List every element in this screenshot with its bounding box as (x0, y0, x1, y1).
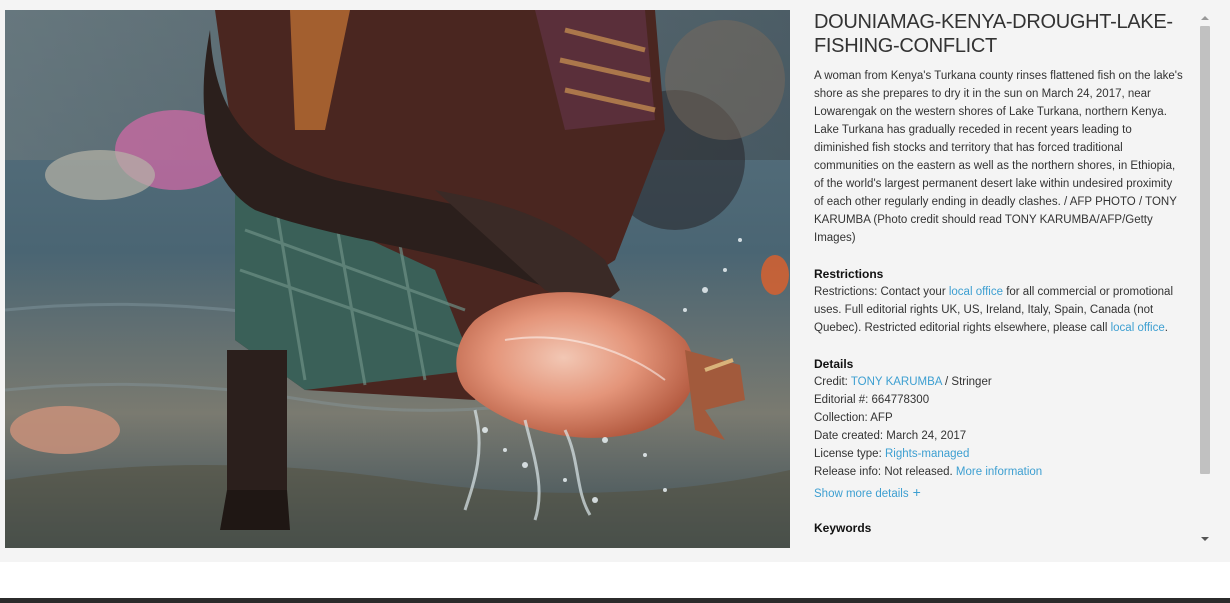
image-caption: A woman from Kenya's Turkana county rins… (814, 70, 1183, 244)
restrictions-text-after: . (1164, 322, 1168, 334)
collection-row: Collection: AFP (814, 412, 893, 424)
license-label: License type: (814, 448, 885, 460)
footer-bar (0, 598, 1230, 603)
license-row: License type: Rights-managed (814, 445, 1184, 463)
scroll-up-arrow-icon[interactable] (1201, 16, 1209, 20)
restrictions-text: Restrictions: Contact your local office … (814, 283, 1184, 337)
editorial-number: Editorial #: 664778300 (814, 394, 930, 406)
show-more-details-button[interactable]: Show more details + (814, 483, 1184, 503)
scroll-down-arrow-icon[interactable] (1201, 537, 1209, 541)
credit-suffix: / Stringer (941, 376, 992, 388)
credit-photographer-link[interactable]: TONY KARUMBA (851, 376, 942, 388)
more-information-link[interactable]: More information (956, 466, 1042, 478)
restrictions-heading: Restrictions (814, 267, 884, 281)
keywords-heading: Keywords (814, 521, 872, 535)
date-created-row: Date created: March 24, 2017 (814, 430, 967, 442)
local-office-link-2[interactable]: local office (1111, 322, 1165, 334)
restrictions-text-before: Restrictions: Contact your (814, 286, 949, 298)
scrollbar-thumb[interactable] (1200, 26, 1210, 474)
credit-label: Credit: (814, 376, 851, 388)
panel-scrollbar[interactable] (1197, 10, 1213, 548)
main-photo[interactable] (5, 10, 790, 548)
image-detail-page: DOUNIAMAG-KENYA-DROUGHT-LAKE-FISHING-CON… (0, 0, 1230, 562)
photo-illustration (5, 10, 790, 548)
release-label: Release info: Not released. (814, 466, 956, 478)
local-office-link[interactable]: local office (949, 286, 1003, 298)
image-details-panel: DOUNIAMAG-KENYA-DROUGHT-LAKE-FISHING-CON… (814, 10, 1184, 548)
image-title: DOUNIAMAG-KENYA-DROUGHT-LAKE-FISHING-CON… (814, 11, 1173, 57)
release-row: Release info: Not released. More informa… (814, 463, 1184, 481)
license-type-link[interactable]: Rights-managed (885, 448, 969, 460)
details-heading: Details (814, 357, 854, 371)
credit-row: Credit: TONY KARUMBA / Stringer (814, 373, 1184, 391)
plus-icon: + (912, 484, 921, 500)
show-more-label: Show more details (814, 488, 909, 500)
